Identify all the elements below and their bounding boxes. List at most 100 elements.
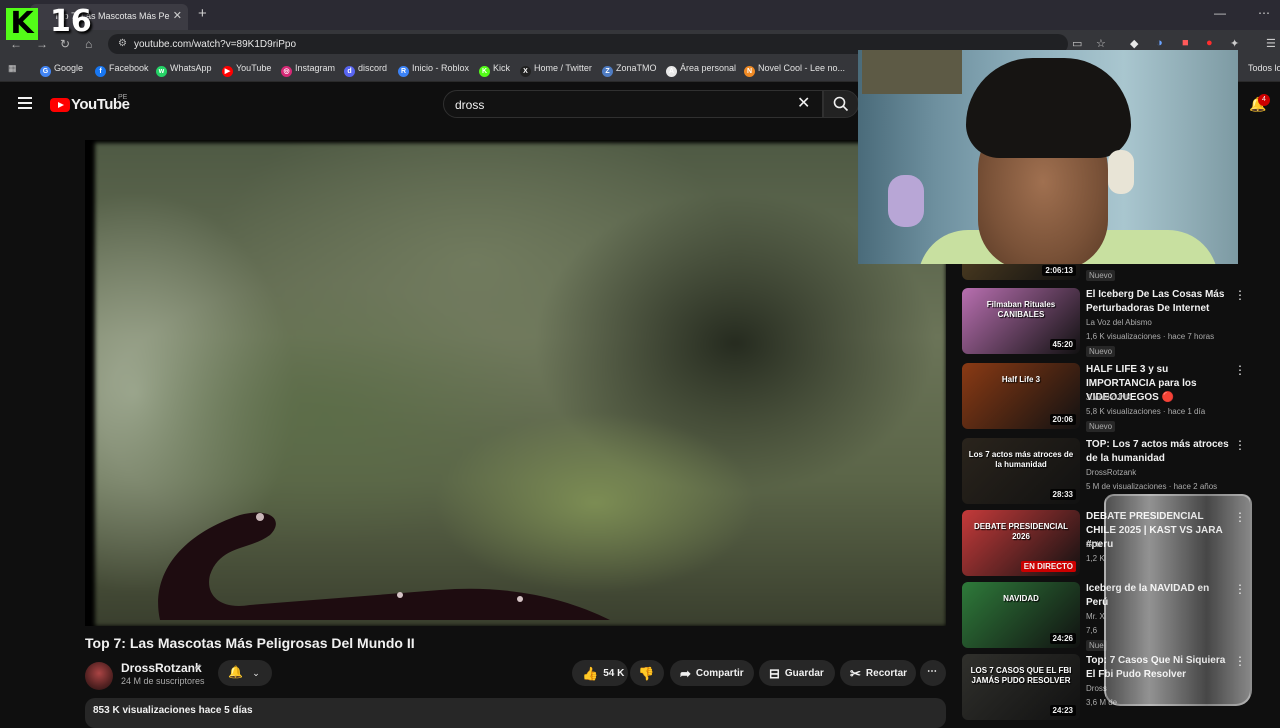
recommended-video-title[interactable]: TOP: Los 7 actos más atroces de la human… (1086, 438, 1234, 466)
bookmark-favicon-icon: N (744, 66, 755, 77)
duration-badge: 24:23 (1049, 705, 1076, 716)
bookmark-item[interactable]: w WhatsApp (156, 63, 212, 77)
chevron-down-icon: ⌄ (252, 668, 260, 678)
bookmark-item[interactable]: A Área personal (666, 63, 736, 77)
more-options-icon[interactable]: ⋮ (1234, 438, 1246, 452)
bookmark-label: Área personal (680, 63, 737, 73)
share-button[interactable]: ➦ Compartir (670, 660, 754, 686)
more-actions-button[interactable]: ⋯ (920, 660, 946, 686)
browser-menu-icon[interactable]: ☰ (1266, 37, 1276, 50)
browser-tab-bar: Top 7: Las Mascotas Más Pe ✕ + — ⋯ (0, 0, 1280, 30)
bookmark-favicon-icon: A (666, 66, 677, 77)
save-button[interactable]: ⊟ Guardar (759, 660, 835, 686)
bookmark-item[interactable]: Z ZonaTMO (602, 63, 657, 77)
webcam-plush-toy (888, 175, 924, 227)
bookmark-item[interactable]: ▶ YouTube (222, 63, 271, 77)
bookmark-favicon-icon: ◎ (281, 66, 292, 77)
bookmark-star-icon[interactable]: ☆ (1096, 37, 1106, 50)
bookmark-label: ZonaTMO (616, 63, 657, 73)
extension-icon[interactable]: ◑ (1156, 37, 1163, 49)
bookmark-label: discord (358, 63, 388, 73)
recommended-channel-name[interactable]: Mr. X (1086, 612, 1105, 621)
channel-avatar[interactable] (85, 662, 113, 690)
bookmark-item[interactable]: K Kick (479, 63, 510, 77)
like-count: 54 K (603, 668, 625, 679)
clip-button[interactable]: ✂ Recortar (840, 660, 916, 686)
all-bookmarks[interactable]: Todos los (1248, 63, 1280, 73)
video-thumbnail[interactable]: Filmaban Rituales CANIBALES 45:20 (962, 288, 1080, 354)
bookmark-label: Home / Twitter (534, 63, 592, 73)
video-title: Top 7: Las Mascotas Más Peligrosas Del M… (85, 635, 415, 651)
duration-badge: 28:33 (1049, 489, 1076, 500)
search-input[interactable]: dross (443, 90, 823, 118)
site-info-icon[interactable]: ⚙ (118, 38, 127, 49)
dislike-button[interactable]: 👎 (630, 660, 664, 686)
bookmark-item[interactable]: d discord (344, 63, 387, 77)
window-menu-icon[interactable]: ⋯ (1258, 6, 1270, 20)
like-button[interactable]: 👍 54 K (572, 660, 628, 686)
recommended-channel-name[interactable]: La Voz del Abismo (1086, 318, 1152, 327)
video-thumbnail[interactable]: DEBATE PRESIDENCIAL 2026 EN DIRECTO (962, 510, 1080, 576)
thumbs-down-icon: 👎 (638, 666, 655, 681)
bookmark-label: Facebook (109, 63, 149, 73)
bookmark-favicon-icon: d (344, 66, 355, 77)
bookmark-item[interactable]: X Home / Twitter (520, 63, 592, 77)
share-arrow-icon: ➦ (680, 666, 691, 681)
recommended-channel-name[interactable]: JuanekoJNK (1086, 393, 1131, 402)
home-icon[interactable]: ⌂ (85, 37, 92, 51)
reload-icon[interactable]: ↻ (60, 37, 70, 51)
bookmark-item[interactable]: f Facebook (95, 63, 149, 77)
subscription-bell-button[interactable]: 🔔 ⌄ (218, 660, 272, 686)
bookmark-label: Kick (493, 63, 511, 73)
video-thumbnail[interactable]: Los 7 actos más atroces de la humanidad 2… (962, 438, 1080, 504)
cast-icon[interactable]: ▭ (1072, 37, 1082, 50)
bookmark-label: Novel Cool - Lee no... (758, 63, 846, 73)
bookmark-favicon-icon: K (479, 66, 490, 77)
apps-grid-icon[interactable]: ▦ (8, 63, 17, 74)
recommended-video-meta: 7,6 (1086, 626, 1098, 635)
duration-badge: 20:06 (1049, 414, 1076, 425)
extension-icon[interactable]: ● (1206, 37, 1213, 49)
search-icon (833, 96, 849, 112)
recommended-video-meta: 1,2 K (1086, 554, 1105, 563)
kick-logo-icon: K (6, 8, 38, 40)
clear-search-icon[interactable]: ✕ (797, 93, 810, 113)
bookmark-item[interactable]: G Google (40, 63, 83, 77)
duration-badge: 2:06:13 (1042, 265, 1076, 276)
recommended-video-title[interactable]: El Iceberg De Las Cosas Más Perturbadora… (1086, 288, 1234, 316)
video-scene-scorpion (158, 512, 611, 620)
description-box[interactable]: 853 K visualizaciones hace 5 días (85, 698, 946, 728)
bookmark-favicon-icon: G (40, 66, 51, 77)
bookmark-item[interactable]: R Inicio - Roblox (398, 63, 469, 77)
region-code: PE (118, 94, 128, 101)
save-label: Guardar (784, 668, 824, 679)
recommended-video-meta: 5,8 K visualizaciones · hace 1 día (1086, 407, 1206, 416)
duration-badge: 24:26 (1049, 633, 1076, 644)
bookmark-item[interactable]: ◎ Instagram (281, 63, 335, 77)
share-label: Compartir (695, 668, 744, 679)
video-thumbnail[interactable]: LOS 7 CASOS QUE EL FBI JAMÁS PUDO RESOLV… (962, 654, 1080, 720)
bookmark-label: Instagram (295, 63, 336, 73)
new-tab-icon[interactable]: + (198, 5, 207, 22)
recommended-channel-name[interactable]: DrossRotzank (1086, 468, 1136, 477)
extension-icon[interactable]: ■ (1182, 37, 1189, 49)
recommended-video[interactable]: Filmaban Rituales CANIBALES 45:20 El Icebe… (962, 288, 1262, 357)
extension-icon[interactable]: ◆ (1130, 37, 1138, 50)
search-button[interactable] (823, 90, 859, 118)
bookmark-item[interactable]: N Novel Cool - Lee no... (744, 63, 845, 77)
extensions-puzzle-icon[interactable]: ✦ (1230, 37, 1239, 50)
video-thumbnail[interactable]: Half Life 3 20:06 (962, 363, 1080, 429)
close-tab-icon[interactable]: ✕ (173, 9, 182, 22)
recommended-video[interactable]: Half Life 3 20:06 HALF LIFE 3 y su IMPORTA… (962, 363, 1262, 432)
scissors-icon: ✂ (850, 666, 861, 681)
more-options-icon[interactable]: ⋮ (1234, 363, 1246, 377)
channel-name[interactable]: DrossRotzank (121, 661, 202, 675)
thumbnail-caption: Los 7 actos más atroces de la humanidad (968, 450, 1074, 469)
recommended-channel-name[interactable]: Gob (1086, 540, 1101, 549)
more-options-icon[interactable]: ⋮ (1234, 288, 1246, 302)
subscriber-count: 24 M de suscriptores (121, 676, 205, 686)
video-thumbnail[interactable]: NAVIDAD 24:26 (962, 582, 1080, 648)
video-player[interactable] (85, 140, 946, 626)
minimize-icon[interactable]: — (1214, 6, 1226, 20)
hamburger-menu-icon[interactable] (18, 97, 32, 109)
